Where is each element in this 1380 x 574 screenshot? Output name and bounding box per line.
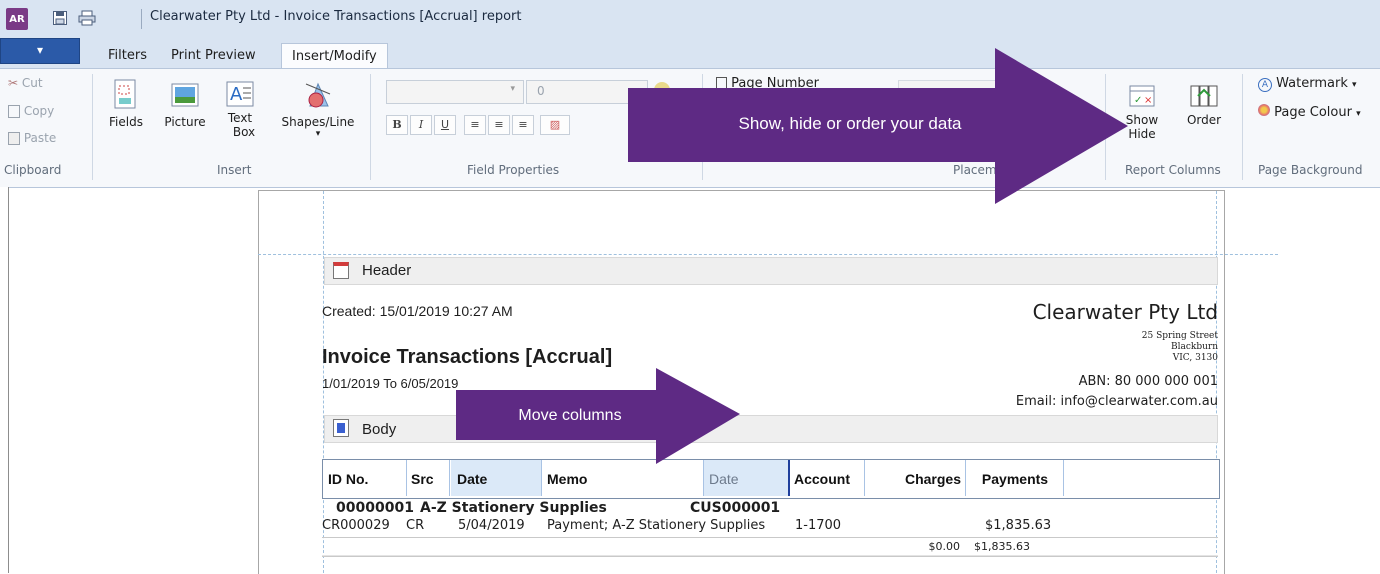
copy-button[interactable]: Copy <box>8 104 54 118</box>
picture-button[interactable]: Picture <box>162 78 208 129</box>
company-name: Clearwater Pty Ltd <box>1032 300 1218 324</box>
ribbon-separator <box>92 74 93 180</box>
ribbon-separator <box>370 74 371 180</box>
column-header-id[interactable]: ID No. <box>322 460 407 496</box>
created-timestamp: Created: 15/01/2019 10:27 AM <box>322 303 513 319</box>
paste-icon <box>8 132 20 145</box>
shapes-line-button[interactable]: Shapes/Line ▾ <box>276 78 360 139</box>
align-right-icon: ≡ <box>518 118 528 131</box>
ribbon-separator <box>1242 74 1243 180</box>
title-separator <box>141 9 142 29</box>
text-box-button[interactable]: A Text Box <box>220 78 260 139</box>
svg-text:×: × <box>1144 95 1152 106</box>
show-hide-callout-text: Show, hide or order your data <box>738 114 962 133</box>
customer-code: CUS000001 <box>690 500 781 516</box>
header-section-label: Header <box>362 262 412 279</box>
column-header-account[interactable]: Account <box>790 460 865 496</box>
align-center-button[interactable]: ≡ <box>488 115 510 135</box>
file-menu-button[interactable]: ▾ <box>0 38 80 64</box>
tab-filters[interactable]: Filters <box>98 43 157 68</box>
date-range: 1/01/2019 To 6/05/2019 <box>322 376 459 391</box>
row-memo: Payment; A-Z Stationery Supplies <box>547 518 766 533</box>
cut-button[interactable]: ✂ Cut <box>8 76 43 90</box>
field-properties-group-label: Field Properties <box>467 163 560 177</box>
customer-id: 00000001 <box>336 500 414 516</box>
body-section-icon <box>333 419 349 437</box>
row-id: CR000029 <box>322 518 390 533</box>
email: Email: info@clearwater.com.au <box>1015 394 1218 409</box>
row-account: 1-1700 <box>795 518 842 533</box>
save-icon[interactable] <box>52 10 68 26</box>
align-left-icon: ≡ <box>470 118 480 131</box>
watermark-icon: A <box>1258 78 1272 92</box>
align-left-button[interactable]: ≡ <box>464 115 486 135</box>
report-columns-group-label: Report Columns <box>1125 163 1221 177</box>
fill-color-icon: ▨ <box>549 118 561 131</box>
totals-row <box>322 537 1218 557</box>
chevron-down-icon: ▾ <box>510 84 515 94</box>
fields-icon <box>114 79 136 109</box>
order-icon <box>1190 85 1218 107</box>
text-box-icon: A <box>226 81 254 107</box>
paste-button[interactable]: Paste <box>8 131 56 145</box>
clipboard-group-label: Clipboard <box>4 163 62 177</box>
move-columns-callout-text: Move columns <box>518 407 622 424</box>
abn: ABN: 80 000 000 001 <box>1078 374 1218 389</box>
font-name-combo[interactable]: ▾ <box>386 80 524 104</box>
address-line-3: VIC, 3130 <box>1172 353 1218 363</box>
chevron-down-icon: ▾ <box>315 129 321 139</box>
row-divider <box>322 555 1218 556</box>
column-header-charges[interactable]: Charges <box>865 460 966 496</box>
customer-name: A-Z Stationery Supplies <box>420 500 607 516</box>
order-button[interactable]: Order <box>1180 80 1228 127</box>
address-line-2: Blackburn <box>1170 342 1218 352</box>
align-center-icon: ≡ <box>494 118 504 131</box>
page-background-group-label: Page Background <box>1258 163 1363 177</box>
align-right-button[interactable]: ≡ <box>512 115 534 135</box>
header-section-icon <box>333 262 349 279</box>
column-header-payments[interactable]: Payments <box>967 460 1064 496</box>
watermark-button[interactable]: A Watermark ▾ <box>1258 76 1357 92</box>
address-line-1: 25 Spring Street <box>1141 331 1218 341</box>
shapes-icon <box>305 82 331 108</box>
top-margin-guide <box>258 254 1278 255</box>
fill-color-button[interactable]: ▨ <box>540 115 570 135</box>
app-icon: AR <box>6 8 28 30</box>
print-icon[interactable] <box>78 10 96 26</box>
tab-print-preview[interactable]: Print Preview <box>161 43 266 68</box>
row-src: CR <box>406 518 425 533</box>
total-charges: $0.00 <box>928 540 961 553</box>
copy-icon <box>8 105 20 118</box>
chevron-down-icon: ▾ <box>1351 80 1357 90</box>
left-pane <box>0 187 9 573</box>
body-section-label: Body <box>362 421 397 438</box>
page-colour-button[interactable]: Page Colour ▾ <box>1258 104 1361 120</box>
row-payments: $1,835.63 <box>985 518 1052 533</box>
svg-text:✓: ✓ <box>1134 95 1142 106</box>
header-section-bar[interactable] <box>324 257 1218 285</box>
tab-insert-modify[interactable]: Insert/Modify <box>281 43 388 69</box>
svg-text:A: A <box>230 84 243 105</box>
total-payments: $1,835.63 <box>974 540 1030 553</box>
bold-button[interactable]: B <box>386 115 408 135</box>
row-date: 5/04/2019 <box>458 518 525 533</box>
chevron-down-icon: ▾ <box>1356 109 1361 119</box>
italic-button[interactable]: I <box>410 115 432 135</box>
report-title: Invoice Transactions [Accrual] <box>322 346 613 368</box>
insert-group-label: Insert <box>217 163 252 177</box>
scissors-icon: ✂ <box>8 76 19 90</box>
fields-button[interactable]: Fields <box>104 78 148 129</box>
table-row <box>322 518 1218 536</box>
picture-icon <box>171 83 199 107</box>
column-header-src[interactable]: Src <box>407 460 450 496</box>
page-colour-icon <box>1258 104 1270 116</box>
window-title: Clearwater Pty Ltd - Invoice Transaction… <box>150 9 522 24</box>
underline-button[interactable]: U <box>434 115 456 135</box>
